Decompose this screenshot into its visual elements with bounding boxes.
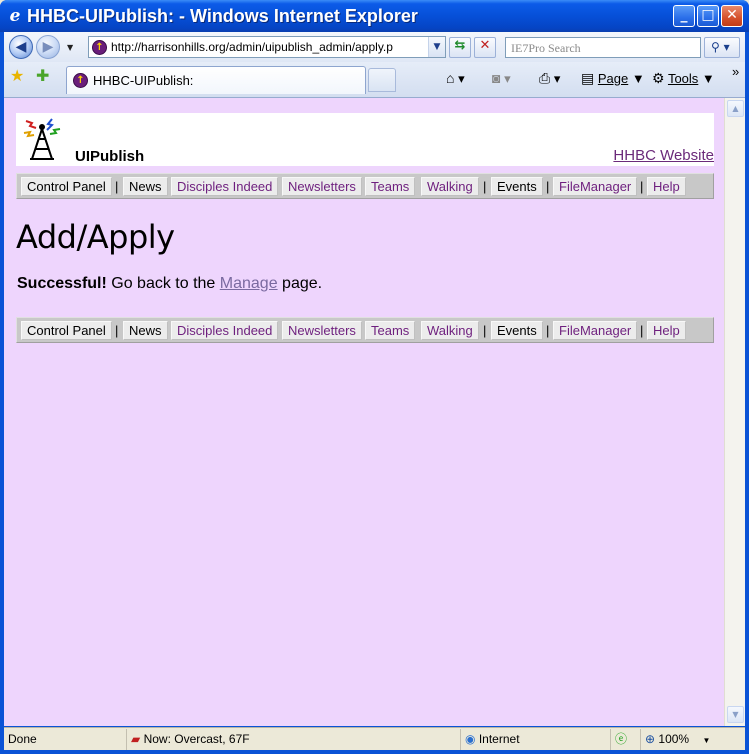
nav-walking[interactable]: Walking: [421, 321, 479, 340]
ie7pro-icon[interactable]: ⓔ: [610, 729, 640, 750]
weather-flag-icon: ▰: [131, 732, 141, 746]
history-dropdown-icon[interactable]: ▼: [67, 43, 73, 52]
zone-text: Internet: [478, 732, 520, 746]
feeds-icon[interactable]: ◙ ▾: [492, 70, 511, 87]
back-icon[interactable]: ◀: [9, 35, 33, 59]
window-border-right: [745, 32, 749, 750]
nav-news[interactable]: News: [123, 321, 168, 340]
new-tab-button[interactable]: [368, 68, 396, 92]
close-button[interactable]: ✕: [721, 5, 743, 27]
title-bar[interactable]: e HHBC-UIPublish: - Windows Internet Exp…: [0, 0, 749, 32]
navigation-row: ◀ ▶ ▼ ↑ http://harrisonhills.org/admin/u…: [4, 32, 745, 62]
brand-name: UIPublish: [75, 148, 145, 165]
ie-logo-icon: e: [9, 6, 21, 26]
page-icon: ▤: [581, 70, 595, 86]
hhbc-website-link[interactable]: HHBC Website: [613, 147, 714, 164]
zoom-dropdown-icon: ▼: [702, 736, 711, 745]
tab-row: ★ ✚ ↑ HHBC-UIPublish: ⌂ ▾ ◙ ▾ ⎙ ▾ ▤ Page…: [4, 62, 745, 98]
window-border-bottom: [0, 750, 749, 754]
minimize-button[interactable]: _: [673, 5, 695, 27]
page-title: Add/Apply: [16, 218, 175, 256]
nav-events[interactable]: Events: [491, 321, 543, 340]
nav-control-panel[interactable]: Control Panel: [21, 321, 112, 340]
nav-separator: |: [546, 179, 550, 194]
manage-link[interactable]: Manage: [220, 275, 278, 292]
chevron-more-icon[interactable]: »: [732, 64, 739, 79]
nav-filemanager[interactable]: FileManager: [553, 321, 638, 340]
zoom-control[interactable]: ⊕ 100% ▼: [640, 729, 745, 750]
nav-control-panel[interactable]: Control Panel: [21, 177, 112, 196]
nav-separator: |: [115, 323, 119, 338]
search-placeholder: IE7Pro Search: [511, 41, 581, 55]
browser-chrome: ◀ ▶ ▼ ↑ http://harrisonhills.org/admin/u…: [4, 32, 745, 98]
weather-status[interactable]: ▰ Now: Overcast, 67F: [126, 729, 460, 750]
zoom-level: 100%: [658, 732, 690, 746]
home-icon[interactable]: ⌂ ▾: [446, 70, 465, 87]
nav-separator: |: [640, 179, 644, 194]
message-text-pre: Go back to the: [106, 275, 220, 292]
nav-help[interactable]: Help: [647, 321, 686, 340]
scroll-down-icon[interactable]: ▼: [727, 706, 744, 723]
tab-title: HHBC-UIPublish:: [93, 73, 194, 88]
address-url[interactable]: http://harrisonhills.org/admin/uipublish…: [111, 40, 423, 54]
favorites-star-icon[interactable]: ★: [10, 68, 24, 84]
tab-favicon-icon: ↑: [73, 73, 88, 88]
security-zone[interactable]: ◉ Internet: [460, 729, 610, 750]
status-bar: Done ▰ Now: Overcast, 67F ◉ Internet ⓔ ⊕…: [4, 727, 745, 750]
nav-events[interactable]: Events: [491, 177, 543, 196]
nav-newsletters[interactable]: Newsletters: [282, 177, 362, 196]
scroll-up-icon[interactable]: ▲: [727, 100, 744, 117]
vertical-scrollbar[interactable]: ▲ ▼: [724, 98, 745, 726]
status-text: Done: [8, 732, 37, 746]
nav-separator: |: [483, 323, 487, 338]
maximize-button[interactable]: □: [697, 5, 719, 27]
antenna-logo-icon: [23, 118, 61, 160]
nav-newsletters[interactable]: Newsletters: [282, 321, 362, 340]
message-text-post: page.: [277, 275, 323, 292]
nav-disciples-indeed[interactable]: Disciples Indeed: [171, 177, 279, 196]
nav-news[interactable]: News: [123, 177, 168, 196]
address-dropdown-icon[interactable]: ▼: [428, 37, 445, 57]
nav-walking[interactable]: Walking: [421, 177, 479, 196]
page-menu[interactable]: ▤ Page ▼: [581, 70, 645, 87]
nav-teams[interactable]: Teams: [365, 177, 416, 196]
address-bar[interactable]: ↑ http://harrisonhills.org/admin/uipubli…: [88, 36, 446, 58]
admin-nav-top: Control Panel | News Disciples Indeed Ne…: [16, 173, 714, 199]
weather-text: Now: Overcast, 67F: [143, 732, 250, 746]
add-favorites-icon[interactable]: ✚: [36, 68, 49, 84]
nav-filemanager[interactable]: FileManager: [553, 177, 638, 196]
site-favicon-icon: ↑: [92, 40, 107, 55]
status-message: Successful! Go back to the Manage page.: [17, 275, 322, 293]
nav-disciples-indeed[interactable]: Disciples Indeed: [171, 321, 279, 340]
search-input[interactable]: IE7Pro Search: [505, 37, 701, 58]
forward-icon[interactable]: ▶: [36, 35, 60, 59]
nav-separator: |: [546, 323, 550, 338]
tools-menu[interactable]: ⚙ Tools ▼: [652, 70, 715, 87]
site-header: UIPublish HHBC Website: [16, 113, 714, 166]
success-label: Successful!: [17, 275, 107, 292]
search-icon[interactable]: ⚲ ▾: [704, 37, 740, 58]
refresh-icon[interactable]: ⇆: [449, 37, 471, 58]
page-viewport: UIPublish HHBC Website Control Panel | N…: [4, 98, 724, 726]
zoom-icon: ⊕: [645, 732, 656, 746]
print-icon[interactable]: ⎙ ▾: [539, 70, 560, 87]
tab-active[interactable]: ↑ HHBC-UIPublish:: [66, 66, 366, 94]
internet-globe-icon: ◉: [465, 732, 476, 746]
nav-help[interactable]: Help: [647, 177, 686, 196]
tools-gear-icon: ⚙: [652, 70, 665, 86]
window-title: HHBC-UIPublish: - Windows Internet Explo…: [27, 6, 418, 26]
nav-separator: |: [483, 179, 487, 194]
nav-separator: |: [640, 323, 644, 338]
nav-separator: |: [115, 179, 119, 194]
nav-teams[interactable]: Teams: [365, 321, 416, 340]
stop-icon[interactable]: ✕: [474, 37, 496, 58]
admin-nav-bottom: Control Panel | News Disciples Indeed Ne…: [16, 317, 714, 343]
